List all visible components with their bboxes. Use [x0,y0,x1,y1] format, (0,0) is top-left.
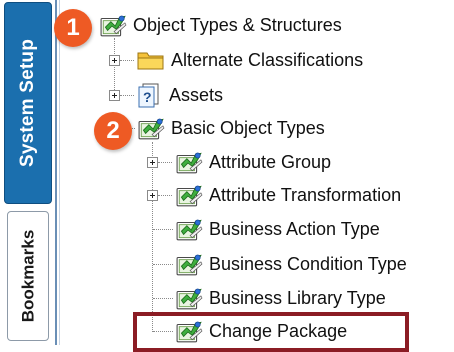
vertical-tab-strip: System Setup Bookmarks [0,0,62,345]
tab-system-setup-label: System Setup [17,38,38,168]
object-tree: Object Types & Structures Alternate Clas… [62,0,454,345]
tree-node-object-types-structures[interactable]: Object Types & Structures [98,10,342,40]
asset-document-icon: ? [138,83,159,108]
svg-text:?: ? [143,89,152,105]
tree-node-business-library-type[interactable]: Business Library Type [174,283,386,313]
tree-node-label: Attribute Transformation [209,184,402,205]
change-package-highlight-box [133,312,409,352]
tree-node-assets[interactable]: ? Assets [136,80,223,110]
step-badge-2: 2 [94,112,132,150]
tree-node-label: Alternate Classifications [171,49,364,70]
tree-node-label: Business Condition Type [209,253,407,274]
tree-node-basic-object-types[interactable]: Basic Object Types [136,113,325,143]
object-type-icon [176,185,203,207]
tree-node-label: Assets [169,84,224,105]
object-type-icon [176,288,203,310]
tree-node-label: Object Types & Structures [133,14,342,35]
tree-guide [153,229,173,230]
tree-node-alternate-classifications[interactable]: Alternate Classifications [136,45,363,75]
expand-toggle[interactable] [109,55,120,66]
expand-toggle[interactable] [147,190,158,201]
tree-node-attribute-transformation[interactable]: Attribute Transformation [174,180,401,210]
tree-node-label: Attribute Group [209,151,332,172]
tree-node-business-action-type[interactable]: Business Action Type [174,214,380,244]
tree-guide-basic [152,142,153,332]
object-type-icon [100,15,127,37]
tree-guide-root [114,38,115,98]
folder-icon [137,52,164,70]
expand-toggle[interactable] [147,157,158,168]
tree-guide [153,264,173,265]
tree-node-business-condition-type[interactable]: Business Condition Type [174,249,407,279]
tree-guide [120,95,134,96]
tree-node-label: Basic Object Types [171,117,325,138]
object-type-icon [176,254,203,276]
object-type-icon [176,152,203,174]
tab-bookmarks[interactable]: Bookmarks [7,211,49,341]
tab-strip-divider [55,0,57,345]
tree-guide [158,195,172,196]
tree-node-attribute-group[interactable]: Attribute Group [174,147,331,177]
tree-guide [153,298,173,299]
tree-node-label: Business Action Type [209,218,380,239]
tree-guide [158,162,172,163]
tree-guide [120,60,134,61]
step-badge-1: 1 [54,9,92,47]
object-type-icon [138,118,165,140]
expand-toggle[interactable] [109,90,120,101]
tree-node-label: Business Library Type [209,287,386,308]
tab-strip-divider-inner [59,0,60,345]
tab-bookmarks-label: Bookmarks [18,229,38,323]
object-type-icon [176,219,203,241]
tab-system-setup[interactable]: System Setup [4,2,52,204]
